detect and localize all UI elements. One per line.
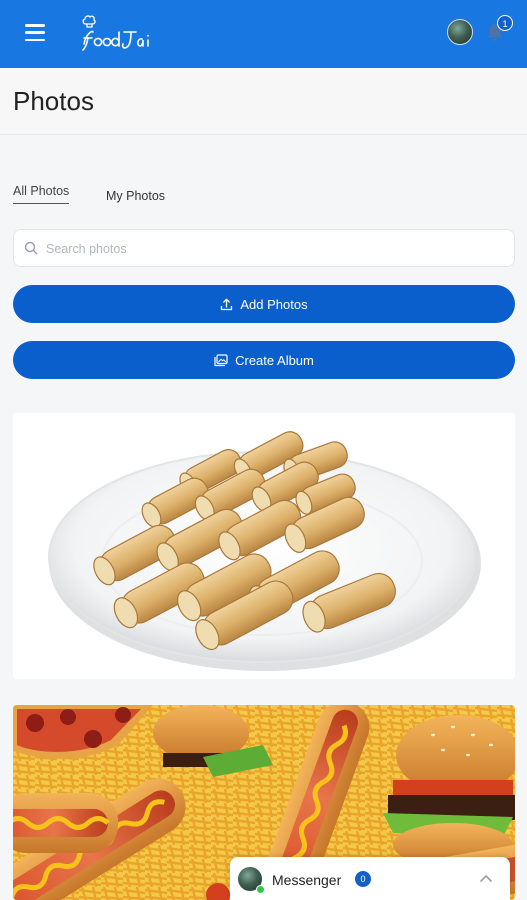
page-title: Photos: [13, 86, 94, 116]
create-album-button[interactable]: Create Album: [13, 341, 515, 379]
notification-badge: 1: [497, 15, 513, 31]
add-photos-label: Add Photos: [240, 296, 308, 312]
online-status-dot: [256, 885, 265, 894]
create-album-label: Create Album: [235, 352, 314, 368]
messenger-bar[interactable]: Messenger 0: [230, 857, 510, 900]
search-box: [13, 229, 515, 268]
chevron-up-icon[interactable]: [480, 874, 492, 882]
foodjai-logo[interactable]: [80, 14, 152, 54]
album-icon: [214, 353, 228, 366]
search-input[interactable]: [44, 230, 508, 268]
messenger-label: Messenger: [272, 872, 342, 888]
photo-card[interactable]: [13, 413, 515, 679]
hamburger-icon[interactable]: [25, 24, 45, 42]
upload-icon: [221, 298, 233, 310]
tab-my-photos[interactable]: My Photos: [106, 189, 165, 203]
messenger-count-badge: 0: [355, 871, 371, 887]
search-icon: [24, 241, 38, 255]
tab-all-photos[interactable]: All Photos: [13, 184, 70, 204]
add-photos-button[interactable]: Add Photos: [13, 285, 515, 323]
user-avatar[interactable]: [447, 19, 473, 45]
photo-spring-rolls: [48, 431, 481, 671]
top-app-bar: 1: [0, 0, 527, 68]
